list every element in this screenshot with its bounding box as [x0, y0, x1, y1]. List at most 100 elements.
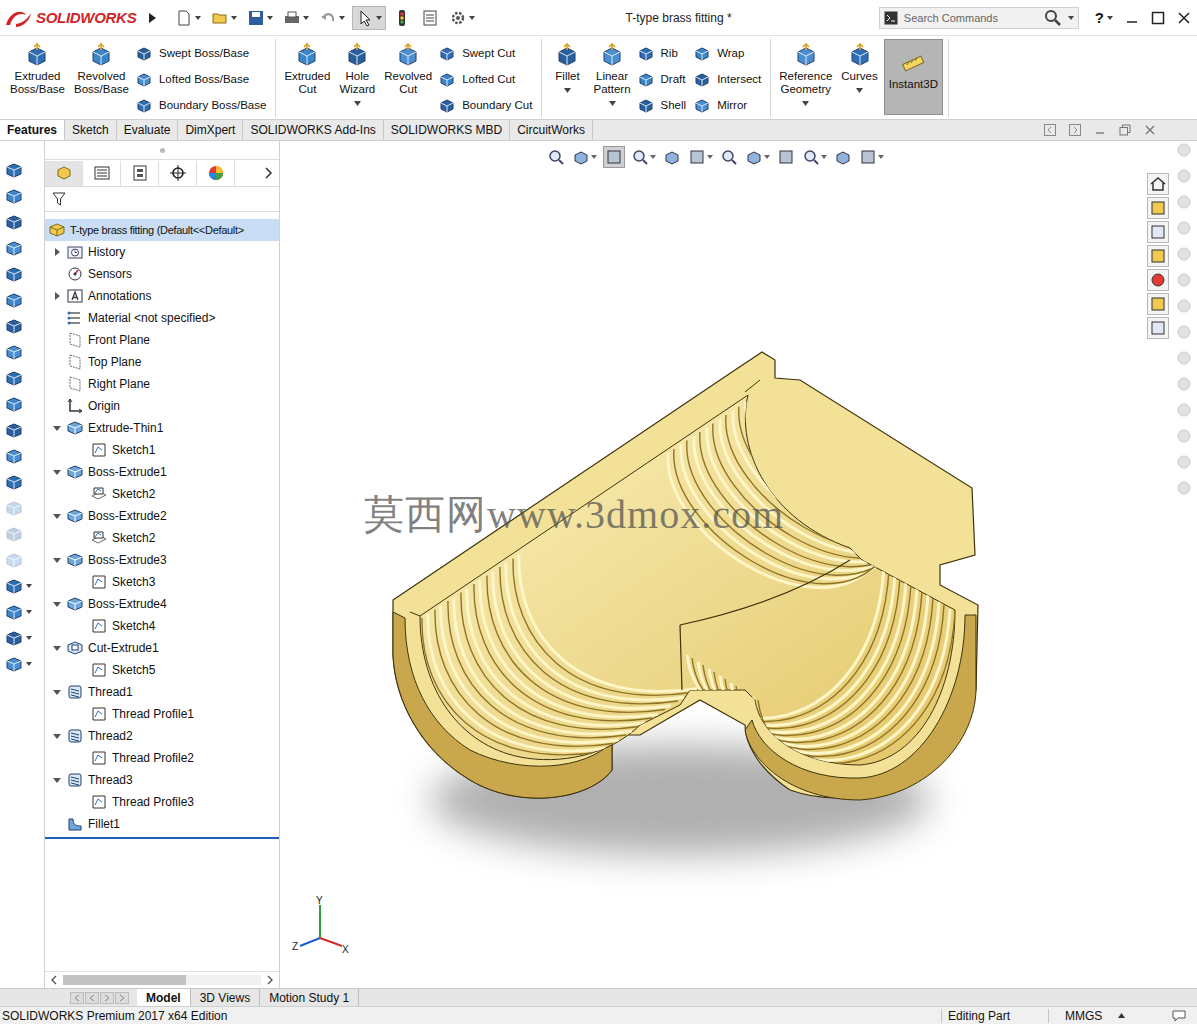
propertymanager-tab[interactable]	[83, 161, 121, 186]
tree-item[interactable]: Right Plane	[45, 373, 279, 395]
tee-fitting-model[interactable]	[393, 352, 978, 800]
tree-item[interactable]: Sketch4	[45, 615, 279, 637]
tree-item[interactable]: Extrude-Thin1	[45, 417, 279, 439]
search-commands-box[interactable]: Search Commands	[879, 7, 1079, 29]
toolbar-button[interactable]	[2, 391, 24, 417]
ribbon-small-button[interactable]: Intersect	[693, 66, 765, 91]
dropdown-caret-icon[interactable]	[802, 101, 809, 106]
dropdown-caret-icon[interactable]	[564, 88, 571, 93]
bottom-tab[interactable]: 3D Views	[191, 989, 260, 1006]
tree-item[interactable]: Thread1	[45, 681, 279, 703]
options-button[interactable]	[446, 7, 478, 29]
select-button[interactable]	[352, 6, 386, 30]
menu-expand-icon[interactable]	[146, 11, 158, 25]
task-pane-tab[interactable]	[1147, 221, 1169, 243]
dropdown-caret-icon[interactable]	[354, 101, 361, 106]
restore-icon[interactable]	[1118, 123, 1132, 137]
scroll-left-icon[interactable]	[49, 974, 59, 986]
ribbon-button[interactable]: Curves	[838, 39, 880, 95]
expander[interactable]	[48, 285, 66, 307]
view-tool-button[interactable]	[776, 147, 796, 167]
rollback-bar[interactable]	[45, 837, 279, 839]
command-tab[interactable]: SOLIDWORKS MBD	[384, 120, 510, 140]
tree-item[interactable]: Sketch3	[45, 571, 279, 593]
dropdown-caret-icon[interactable]	[609, 101, 616, 106]
ribbon-small-button[interactable]: Mirror	[693, 92, 765, 117]
toolbar-button[interactable]	[2, 443, 24, 469]
maximize-icon[interactable]	[1151, 11, 1165, 25]
view-tool-button[interactable]	[744, 147, 771, 167]
view-tool-button[interactable]	[801, 147, 828, 167]
ribbon-button[interactable]: ReferenceGeometry	[776, 39, 835, 108]
toolbar-button[interactable]	[2, 521, 24, 547]
undo-button[interactable]	[316, 7, 348, 29]
tree-item[interactable]: Sketch5	[45, 659, 279, 681]
expander[interactable]	[48, 505, 66, 527]
rebuild-button[interactable]	[390, 7, 414, 29]
toolbar-button[interactable]	[2, 417, 24, 443]
toolbar-button[interactable]	[2, 339, 24, 365]
expander[interactable]	[48, 725, 66, 747]
minimize-icon[interactable]	[1093, 123, 1107, 137]
ribbon-small-button[interactable]: Draft	[637, 66, 691, 91]
view-tool-button[interactable]	[546, 147, 566, 167]
view-tool-button[interactable]	[603, 146, 625, 168]
ribbon-button[interactable]: ExtrudedCut	[281, 39, 333, 98]
view-tool-button[interactable]	[630, 147, 657, 167]
toolbar-button[interactable]	[2, 209, 24, 235]
expander[interactable]	[48, 681, 66, 703]
command-tab[interactable]: Sketch	[65, 120, 117, 140]
tree-item[interactable]: History	[45, 241, 279, 263]
toolbar-button[interactable]	[2, 651, 32, 677]
expander[interactable]	[48, 769, 66, 791]
featuremanager-tab[interactable]	[45, 161, 83, 186]
toolbar-button[interactable]	[2, 287, 24, 313]
ribbon-small-button[interactable]: Boundary Cut	[438, 92, 536, 117]
configurationmanager-tab[interactable]	[121, 161, 159, 186]
ribbon-button[interactable]: LinearPattern	[590, 39, 633, 108]
panel-handle[interactable]	[45, 141, 279, 159]
ribbon-button[interactable]: ExtrudedBoss/Base	[7, 39, 68, 98]
tree-item[interactable]: Thread Profile2	[45, 747, 279, 769]
view-tool-button[interactable]	[858, 147, 885, 167]
ribbon-small-button[interactable]: Swept Boss/Base	[135, 40, 270, 65]
close-icon[interactable]	[1177, 11, 1191, 25]
tree-item[interactable]: Thread Profile1	[45, 703, 279, 725]
task-pane-tab[interactable]	[1147, 197, 1169, 219]
minimize-icon[interactable]	[1125, 11, 1139, 25]
tree-item[interactable]: Sketch1	[45, 439, 279, 461]
toolbar-button[interactable]	[2, 365, 24, 391]
task-pane-tab[interactable]	[1147, 293, 1169, 315]
ribbon-button[interactable]: HoleWizard	[336, 39, 378, 108]
tree-item[interactable]: Sensors	[45, 263, 279, 285]
help-button[interactable]: ?	[1095, 9, 1113, 26]
toolbar-button[interactable]	[2, 157, 24, 183]
toolbar-button[interactable]	[2, 469, 24, 495]
tree-item[interactable]: Thread2	[45, 725, 279, 747]
tree-item[interactable]: Annotations	[45, 285, 279, 307]
view-tool-button[interactable]	[833, 147, 853, 167]
view-tool-button[interactable]	[687, 147, 714, 167]
dropdown-caret-icon[interactable]	[1068, 16, 1074, 20]
chevron-right-icon[interactable]	[263, 166, 273, 180]
next-pane-icon[interactable]	[1068, 123, 1082, 137]
previous-pane-icon[interactable]	[1043, 123, 1057, 137]
search-icon[interactable]	[1044, 9, 1062, 27]
tree-item[interactable]: Cut-Extrude1	[45, 637, 279, 659]
expander[interactable]	[48, 417, 66, 439]
expander[interactable]	[48, 461, 66, 483]
task-pane-tab[interactable]	[1147, 173, 1169, 195]
toolbar-button[interactable]	[2, 235, 24, 261]
ribbon-small-button[interactable]: Lofted Boss/Base	[135, 66, 270, 91]
toolbar-button[interactable]	[2, 599, 32, 625]
tree-item[interactable]: Origin	[45, 395, 279, 417]
model-view[interactable]: YZX	[280, 141, 1145, 988]
bottom-tab[interactable]: Motion Study 1	[260, 989, 359, 1006]
task-pane-tab[interactable]	[1147, 245, 1169, 267]
toolbar-button[interactable]	[2, 313, 24, 339]
tab-scroll-icon[interactable]	[115, 992, 129, 1004]
toolbar-button[interactable]	[2, 495, 24, 521]
props-button[interactable]	[418, 7, 442, 29]
scroll-track[interactable]	[63, 975, 261, 985]
ribbon-button[interactable]: Fillet	[547, 39, 587, 95]
